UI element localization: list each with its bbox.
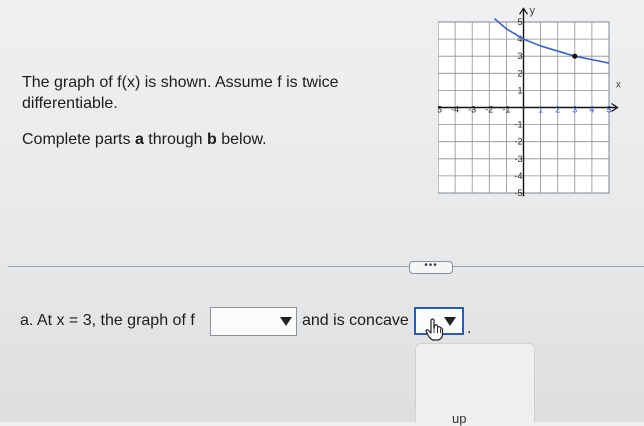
part-a-dropdown-button[interactable] (276, 307, 297, 336)
part-a-answer-field[interactable] (210, 307, 278, 336)
x-tick-label: 5 (606, 105, 611, 115)
x-tick-label: -2 (485, 105, 493, 115)
x-tick-label: -5 (438, 105, 442, 115)
x-tick-label: 3 (572, 105, 577, 115)
y-tick-label: -4 (514, 171, 522, 181)
x-tick-label: 2 (555, 105, 560, 115)
y-tick-label: 1 (517, 85, 522, 95)
x-tick-label: 1 (538, 105, 543, 115)
x-tick-label: -3 (468, 105, 476, 115)
section-divider (8, 266, 644, 267)
more-options-button[interactable]: ••• (409, 261, 453, 274)
function-graph: xy-5-4-3-2-11234554321-1-2-3-4-5 (438, 6, 621, 198)
y-tick-label: -2 (514, 137, 522, 147)
y-tick-label: -5 (514, 188, 522, 198)
x-axis-label: x (616, 80, 621, 91)
sentence-period: . (467, 320, 472, 337)
marked-point (572, 53, 578, 59)
x-tick-label: -4 (451, 105, 459, 115)
concavity-dropdown-menu (415, 343, 535, 423)
concavity-option-up[interactable]: up (452, 411, 466, 426)
x-tick-label: 4 (589, 105, 594, 115)
hand-cursor-icon (425, 318, 444, 341)
part-a-lead: a. At x = 3, the graph of f (20, 312, 195, 329)
y-tick-label: -1 (514, 120, 522, 130)
y-tick-label: -3 (514, 154, 522, 164)
instructions: Complete parts a through b below. (22, 131, 267, 148)
chevron-down-icon (280, 317, 292, 326)
y-tick-label: 3 (517, 51, 522, 61)
concave-label: and is concave (302, 312, 409, 329)
y-axis-label: y (530, 6, 536, 17)
problem-prompt: The graph of f(x) is shown. Assume f is … (22, 74, 339, 112)
y-tick-label: 2 (517, 68, 522, 78)
x-tick-label: -1 (502, 105, 510, 115)
y-tick-label: 5 (517, 17, 522, 27)
